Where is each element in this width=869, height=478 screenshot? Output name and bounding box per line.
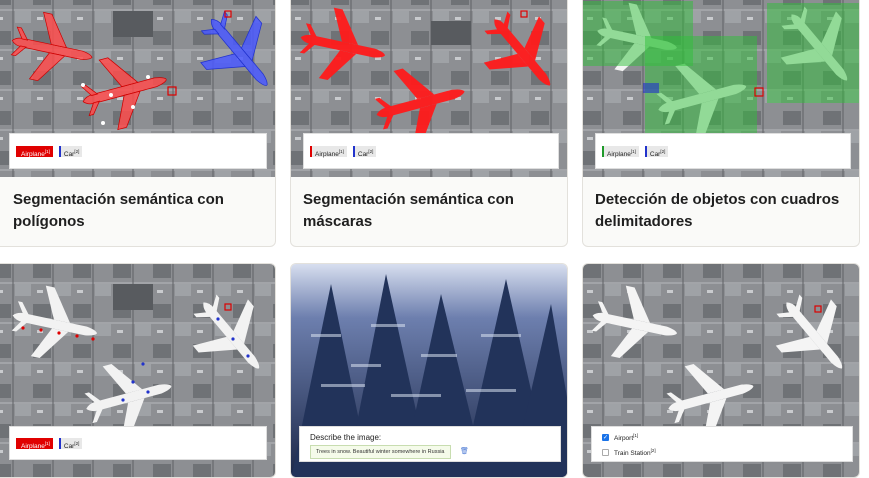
description-label: Describe the image: <box>310 433 382 442</box>
checkbox-unchecked-icon[interactable] <box>602 449 609 457</box>
legend-tag-airplane[interactable]: Airplane[1] <box>602 145 639 158</box>
label-legend: Airplane[1] Car[2] <box>9 426 267 460</box>
classification-panel: ✓ Airport[1] Train Station[2] <box>591 426 853 462</box>
card-mask-segmentation[interactable]: Airplane[1] Car[2] Segmentación semántic… <box>290 0 568 247</box>
trash-icon[interactable]: 🗑 <box>460 447 469 455</box>
option-airport[interactable]: ✓ Airport[1] <box>602 433 638 442</box>
card-title: Segmentación semántica con máscaras <box>303 191 514 230</box>
legend-tag-airplane[interactable]: Airplane[1] <box>310 145 347 158</box>
label-legend: Airplane[1] Car[2] <box>303 133 559 169</box>
card-bounding-box-detection[interactable]: Airplane[1] Car[2] Detección de objetos … <box>582 0 860 247</box>
card-polygon-segmentation[interactable]: Airplane[1] Car[2] Segmentación semántic… <box>0 0 276 247</box>
legend-tag-airplane[interactable]: Airplane[1] <box>16 437 53 450</box>
card-title: Segmentación semántica con polígonos <box>13 191 224 230</box>
label-legend: Airplane[1] Car[2] <box>595 133 851 169</box>
legend-tag-car[interactable]: Car[2] <box>352 145 377 158</box>
description-panel: Describe the image: Trees in snow. Beaut… <box>299 426 561 462</box>
legend-tag-airplane[interactable]: Airplane[1] <box>16 145 53 158</box>
legend-tag-car[interactable]: Car[2] <box>58 437 83 450</box>
card-keypoints[interactable]: Airplane[1] Car[2] <box>0 263 276 478</box>
description-input[interactable]: Trees in snow. Beautiful winter somewher… <box>310 445 451 459</box>
checkbox-checked-icon[interactable]: ✓ <box>602 434 609 442</box>
card-title: Detección de objetos con cuadros delimit… <box>595 191 840 230</box>
card-classification[interactable]: ✓ Airport[1] Train Station[2] <box>582 263 860 478</box>
option-train-station[interactable]: Train Station[2] <box>602 448 656 457</box>
legend-tag-car[interactable]: Car[2] <box>58 145 83 158</box>
card-image-description[interactable]: Describe the image: Trees in snow. Beaut… <box>290 263 568 478</box>
legend-tag-car[interactable]: Car[2] <box>644 145 669 158</box>
label-legend: Airplane[1] Car[2] <box>9 133 267 169</box>
